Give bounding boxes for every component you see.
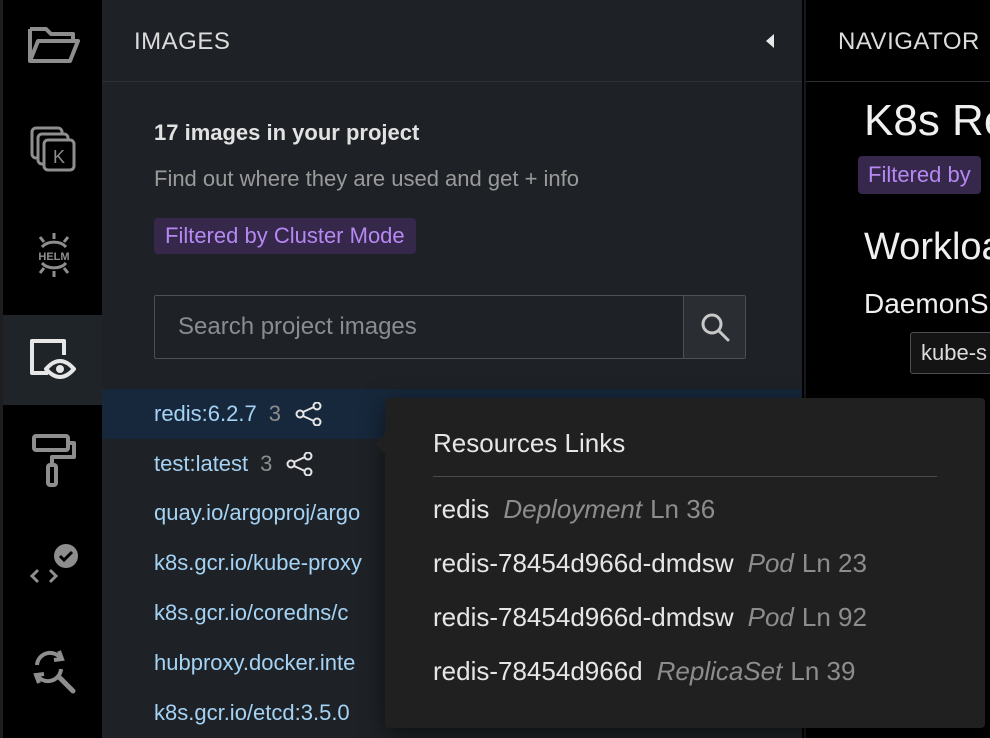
image-name[interactable]: k8s.gcr.io/etcd:3.5.0 <box>154 700 350 726</box>
popover-arrow <box>375 434 385 454</box>
collapse-pane-caret-icon[interactable] <box>766 34 774 48</box>
helm-icon: HELM <box>38 233 70 277</box>
image-name[interactable]: redis:6.2.7 <box>154 401 257 427</box>
popover-divider <box>433 476 937 477</box>
resource-links-share-icon[interactable] <box>286 451 314 476</box>
resource-link-line: Ln 92 <box>801 602 867 632</box>
resource-link-item[interactable]: redis-78454d966d ReplicaSet Ln 39 <box>433 656 855 687</box>
navigator-title: NAVIGATOR <box>838 28 980 55</box>
navigator-section-heading: Workloa <box>864 226 990 268</box>
resource-link-item[interactable]: redis-78454d966d-dmdsw Pod Ln 92 <box>433 602 867 633</box>
activity-item-helm[interactable]: HELM <box>3 210 105 300</box>
activity-item-images[interactable] <box>3 315 105 405</box>
activity-item-file-explorer[interactable] <box>3 0 105 90</box>
image-search-input[interactable] <box>155 296 683 358</box>
resource-link-item[interactable]: redis Deployment Ln 36 <box>433 494 715 525</box>
resources-links-popover: Resources Links redis Deployment Ln 36 redi… <box>375 398 985 728</box>
k8s-resources-icon: K <box>30 126 76 172</box>
resource-link-name: redis-78454d966d-dmdsw <box>433 602 734 632</box>
search-refresh-icon <box>33 650 76 694</box>
resource-link-line: Ln 36 <box>650 494 716 524</box>
images-pane-header: IMAGES <box>102 0 802 82</box>
popover-title: Resources Links <box>433 428 626 458</box>
resource-link-name: redis-78454d966d-dmdsw <box>433 548 734 578</box>
image-name[interactable]: quay.io/argoproj/argo <box>154 500 360 526</box>
navigator-divider <box>806 81 990 82</box>
resource-link-item[interactable]: redis-78454d966d-dmdsw Pod Ln 23 <box>433 548 867 579</box>
resource-link-kind: Deployment <box>503 494 643 524</box>
navigator-subsection-heading: DaemonS <box>864 288 989 319</box>
image-name[interactable]: test:latest <box>154 451 248 477</box>
resource-link-line: Ln 39 <box>790 656 856 686</box>
resource-link-kind: Pod <box>747 548 794 578</box>
navigator-filter-tag: Filtered by <box>858 156 981 194</box>
search-icon <box>701 313 729 342</box>
image-name[interactable]: k8s.gcr.io/kube-proxy <box>154 550 362 576</box>
code-validation-icon <box>29 544 78 584</box>
helm-label: HELM <box>38 251 69 263</box>
images-subtitle: Find out where they are used and get + i… <box>154 166 580 191</box>
resource-link-kind: ReplicaSet <box>656 656 783 686</box>
image-search-box <box>154 295 746 359</box>
paint-roller-icon <box>32 434 76 487</box>
resource-link-name: redis-78454d966d <box>433 656 643 686</box>
navigator-resource-chip[interactable]: kube-s <box>910 332 990 374</box>
navigator-heading: K8s Re <box>864 96 990 145</box>
images-count: 17 images in your project <box>154 120 420 145</box>
image-name[interactable]: k8s.gcr.io/coredns/c <box>154 600 348 626</box>
image-usage-count: 3 <box>260 450 273 476</box>
activity-item-k8s-resources[interactable]: K <box>3 105 105 195</box>
resource-link-line: Ln 23 <box>801 548 867 578</box>
images-pane-title: IMAGES <box>134 28 231 55</box>
k-label: K <box>53 147 65 167</box>
resource-link-name: redis <box>433 494 490 524</box>
folder-icon <box>28 27 80 63</box>
images-eye-icon <box>30 339 76 379</box>
resource-links-share-icon[interactable] <box>295 401 323 426</box>
activity-bar: K HELM <box>0 0 105 738</box>
search-button[interactable] <box>683 296 745 358</box>
activity-item-validation[interactable] <box>3 520 105 610</box>
filter-tag-cluster-mode: Filtered by Cluster Mode <box>154 218 416 254</box>
image-name[interactable]: hubproxy.docker.inte <box>154 650 355 676</box>
activity-item-templates[interactable] <box>3 415 105 505</box>
image-usage-count: 3 <box>268 400 281 426</box>
resource-link-kind: Pod <box>747 602 794 632</box>
activity-item-search[interactable] <box>3 625 105 715</box>
